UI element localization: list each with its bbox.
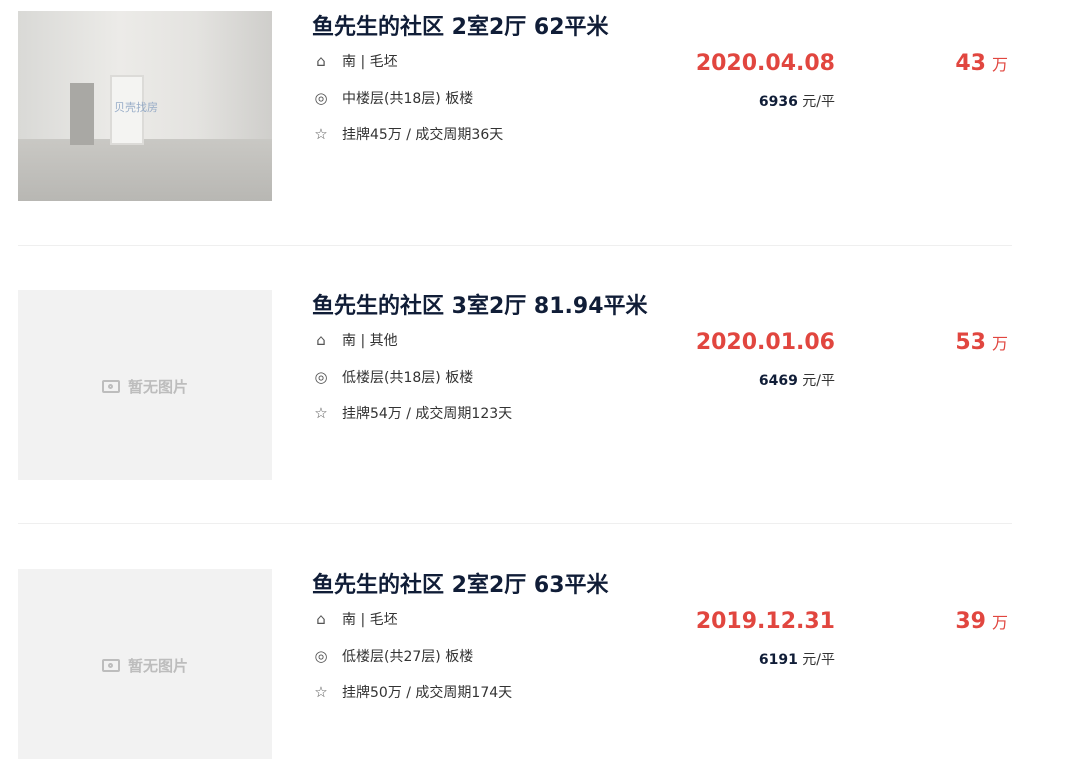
location-pin-icon: ◎ [314, 368, 328, 386]
total-price: 43 万 [955, 51, 1008, 76]
camera-icon [101, 380, 120, 393]
listing-item: 暂无图片 鱼先生的社区 2室2厅 63平米 ⌂ 南 | 毛坯 ◎ 低楼层(共27层)… [18, 569, 1012, 759]
listing-item: 贝壳找房 鱼先生的社区 2室2厅 62平米 ⌂ 南 | 毛坯 ◎ 中楼层(共18层)… [18, 11, 1012, 201]
deal-cycle-info: ☆ 挂牌50万 / 成交周期174天 [312, 682, 512, 702]
watermark-text: 贝壳找房 [114, 101, 158, 114]
listing-title[interactable]: 鱼先生的社区 3室2厅 81.94平米 [312, 288, 648, 320]
deal-cycle-info: ☆ 挂牌45万 / 成交周期36天 [312, 124, 503, 144]
listing-photo[interactable]: 贝壳找房 [18, 11, 272, 201]
listing-title[interactable]: 鱼先生的社区 2室2厅 63平米 [312, 567, 609, 599]
star-outline-icon: ☆ [314, 125, 328, 143]
location-pin-icon: ◎ [314, 647, 328, 665]
house-info: ⌂ 南 | 毛坯 [312, 51, 397, 71]
total-price: 53 万 [955, 330, 1008, 355]
house-icon: ⌂ [316, 52, 326, 70]
star-outline-icon: ☆ [314, 683, 328, 701]
unit-price: 6191 元/平 [758, 652, 835, 668]
deal-date: 2020.04.08 [695, 51, 835, 76]
position-info: ◎ 低楼层(共27层) 板楼 [312, 646, 473, 666]
deal-date: 2019.12.31 [695, 609, 835, 634]
location-pin-icon: ◎ [314, 89, 328, 107]
house-icon: ⌂ [316, 331, 326, 349]
position-info: ◎ 低楼层(共18层) 板楼 [312, 367, 473, 387]
position-info: ◎ 中楼层(共18层) 板楼 [312, 88, 473, 108]
camera-icon [101, 659, 120, 672]
unit-price: 6469 元/平 [758, 373, 835, 389]
house-icon: ⌂ [316, 610, 326, 628]
listing-item: 暂无图片 鱼先生的社区 3室2厅 81.94平米 ⌂ 南 | 其他 ◎ 低楼层(共1… [18, 290, 1012, 480]
house-info: ⌂ 南 | 其他 [312, 330, 397, 350]
listing-title[interactable]: 鱼先生的社区 2室2厅 62平米 [312, 9, 609, 41]
house-info: ⌂ 南 | 毛坯 [312, 609, 397, 629]
divider [18, 245, 1012, 246]
deal-cycle-info: ☆ 挂牌54万 / 成交周期123天 [312, 403, 512, 423]
divider [18, 523, 1012, 524]
total-price: 39 万 [955, 609, 1008, 634]
unit-price: 6936 元/平 [758, 94, 835, 110]
star-outline-icon: ☆ [314, 404, 328, 422]
listing-photo-placeholder[interactable]: 暂无图片 [18, 569, 272, 759]
deal-date: 2020.01.06 [695, 330, 835, 355]
listing-photo-placeholder[interactable]: 暂无图片 [18, 290, 272, 480]
